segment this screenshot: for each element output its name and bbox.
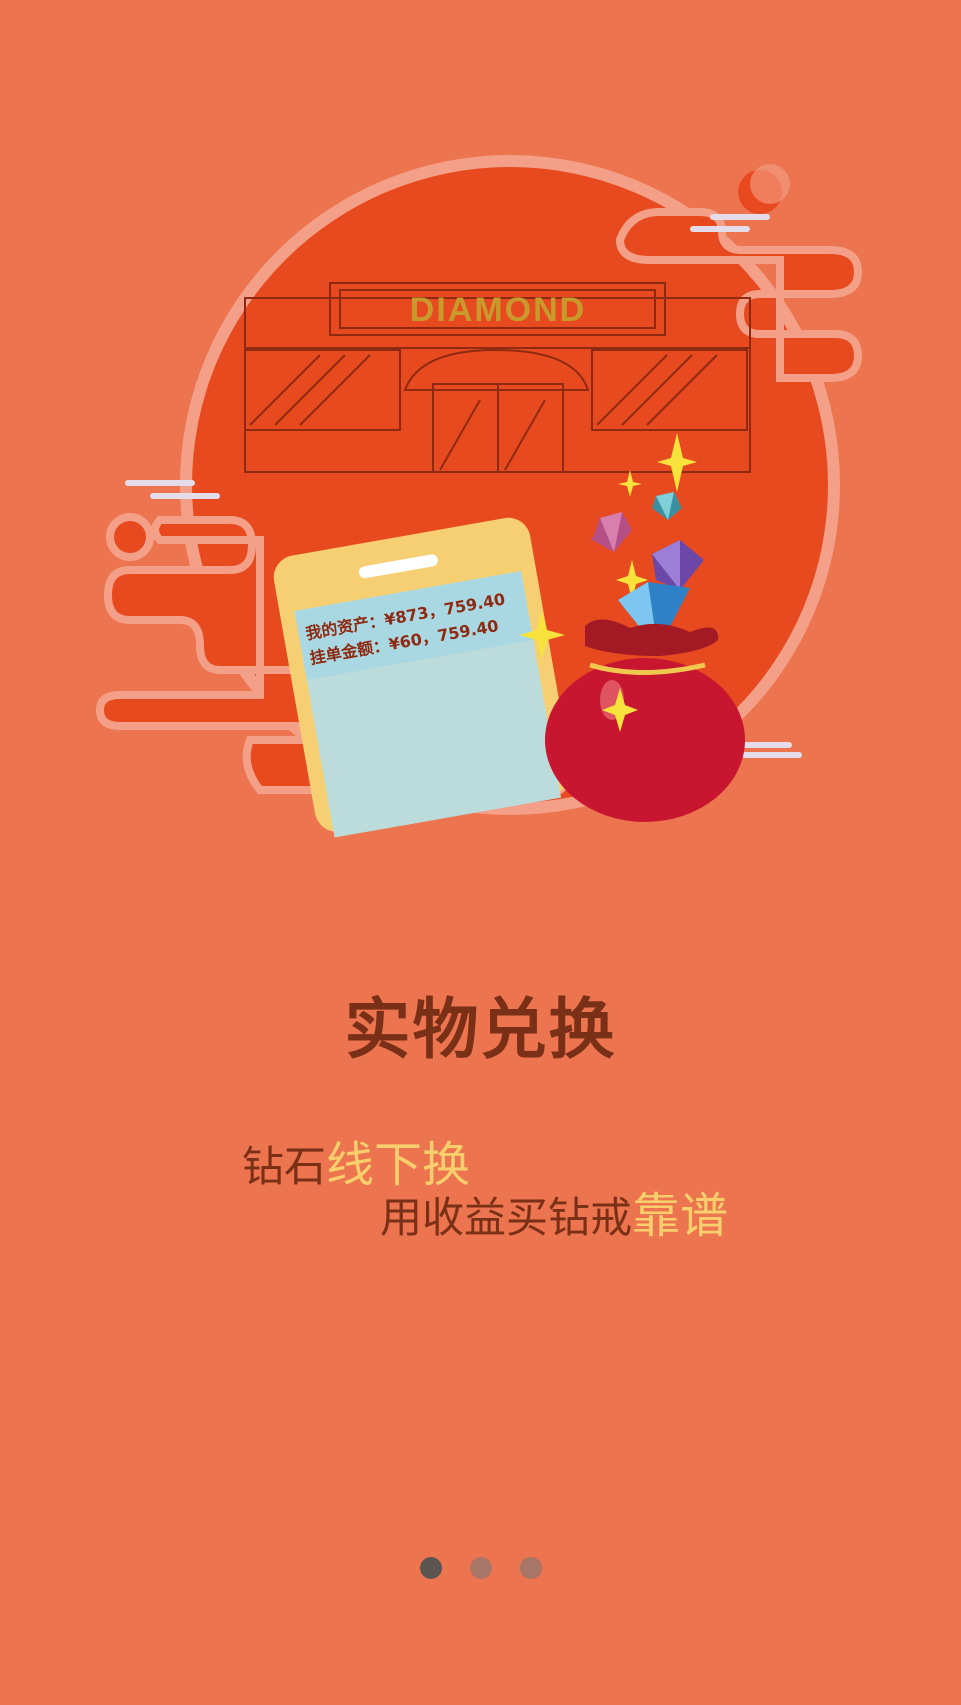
page-dot-3[interactable] <box>519 1557 542 1579</box>
subtitle-line-2-part-2: 靠谱 <box>632 1188 729 1244</box>
page-indicator <box>0 1557 961 1579</box>
page-dot-1[interactable] <box>419 1557 442 1579</box>
subtitle-line-1-part-2: 线下换 <box>326 1137 471 1193</box>
cloud-dot-left <box>106 513 154 561</box>
subtitle-line-1-part-1: 钻石 <box>242 1142 327 1191</box>
cloud-line-left <box>125 480 195 486</box>
onboarding-illustration: DIAMOND 我的资产：¥873，759.40 挂单金额：¥60，759.40 <box>95 155 863 838</box>
page-dot-2[interactable] <box>469 1557 492 1579</box>
onboarding-subtitle-line-2: 用收益买钻戒靠谱 <box>380 1186 728 1248</box>
phone: 我的资产：¥873，759.40 挂单金额：¥60，759.40 <box>273 517 572 838</box>
store-sign: DIAMOND <box>410 291 586 329</box>
onboarding-title: 实物兑换 <box>344 991 617 1068</box>
subtitle-line-2-part-1: 用收益买钻戒 <box>380 1193 633 1242</box>
